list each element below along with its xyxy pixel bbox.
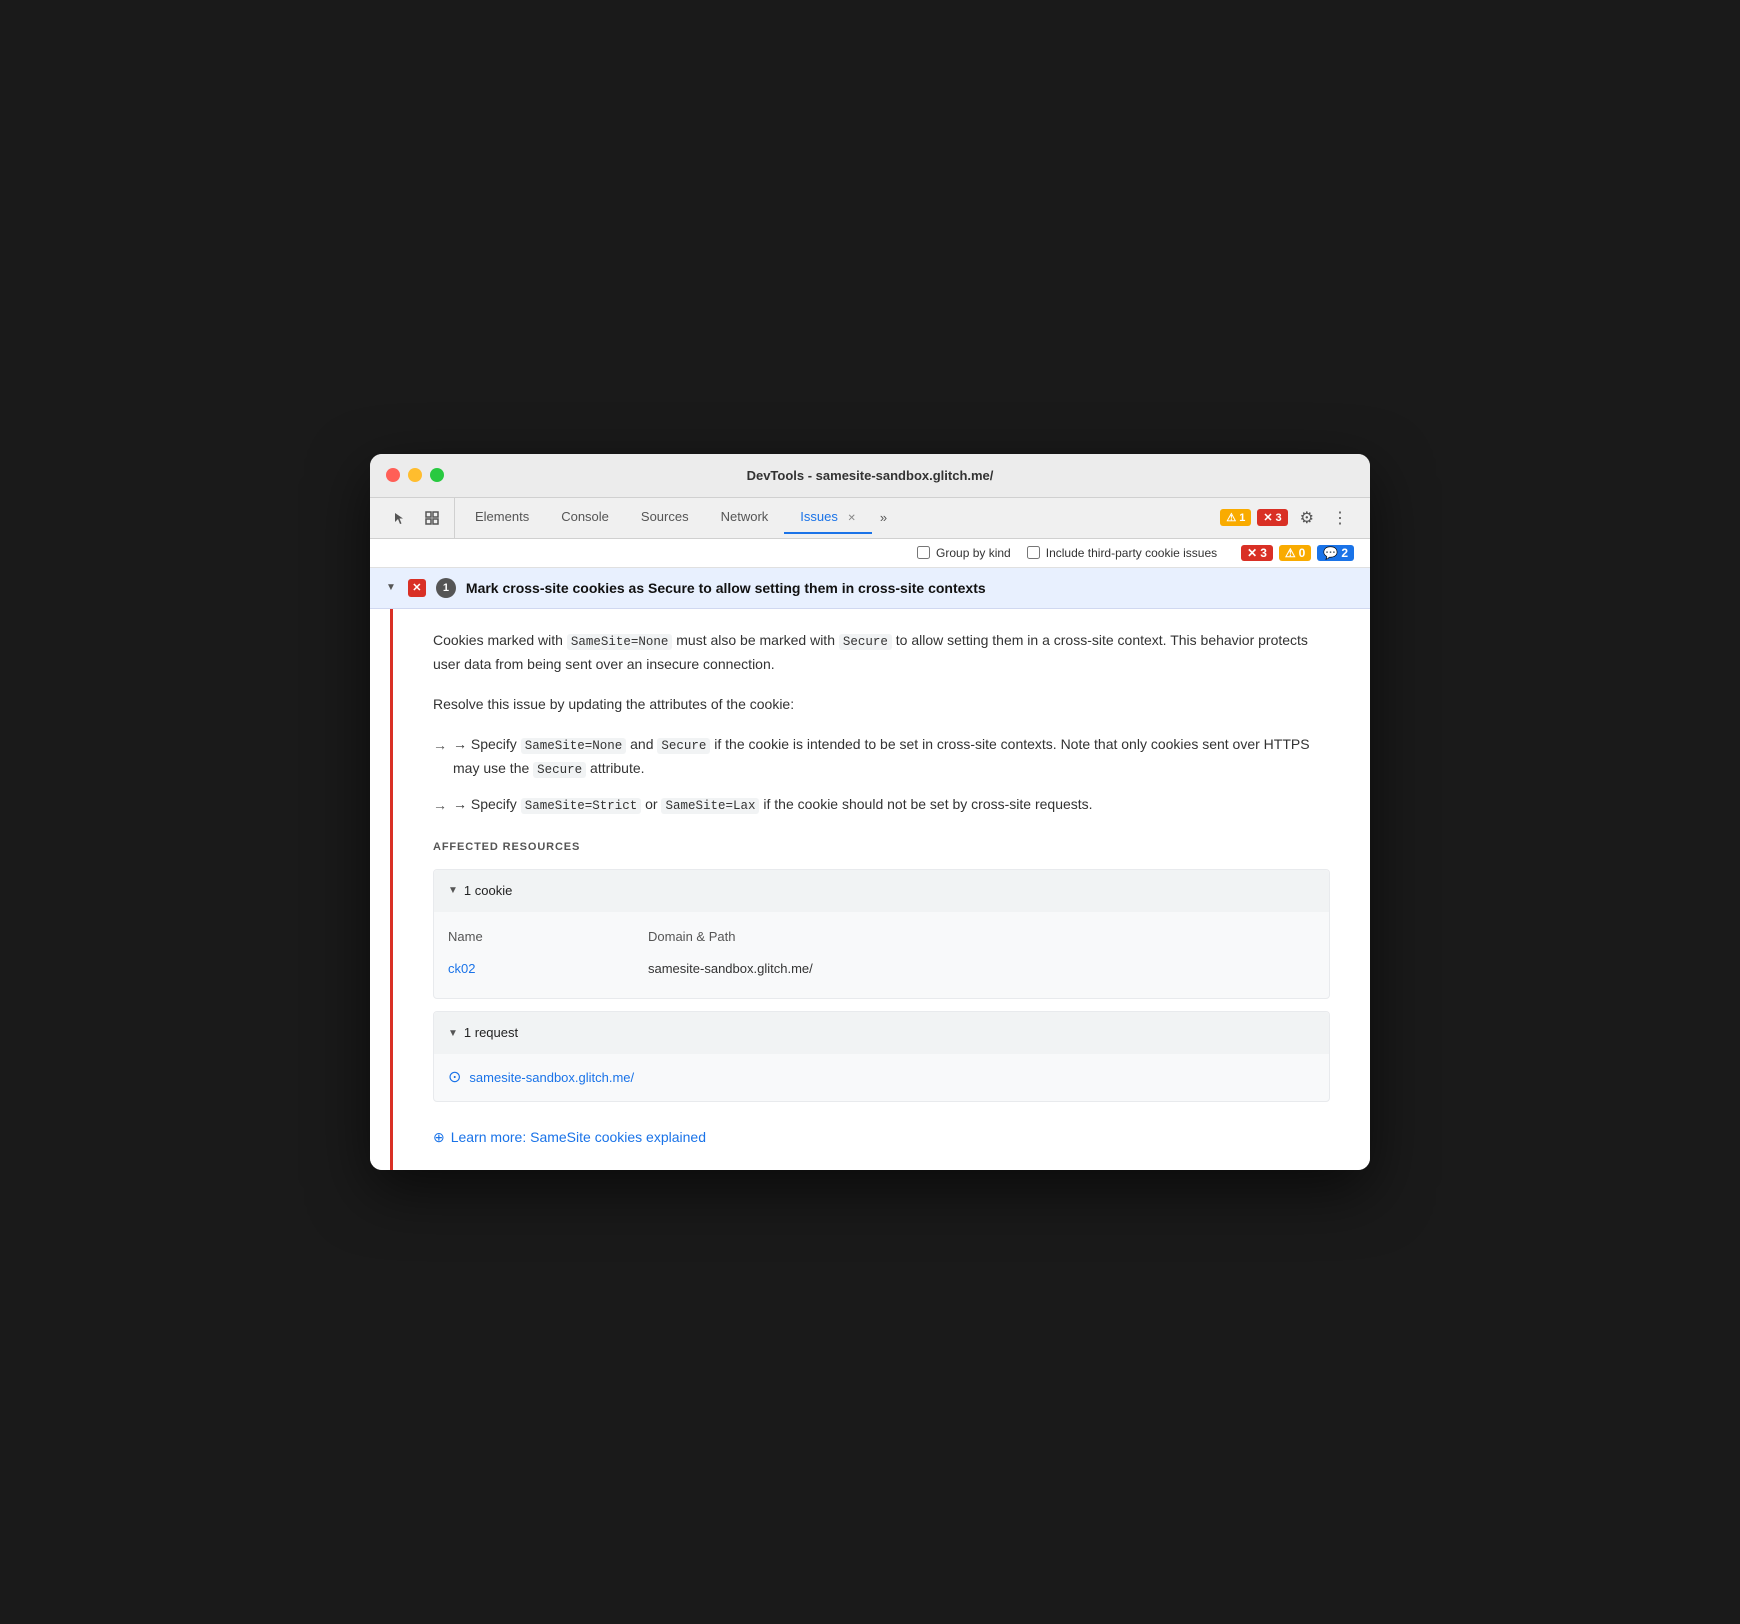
learn-more-icon: ⊕: [433, 1126, 445, 1150]
request-icon: ⊙: [448, 1064, 461, 1091]
code-samesite-none-2: SameSite=None: [521, 738, 627, 754]
tab-sources[interactable]: Sources: [625, 501, 705, 534]
code-samesite-lax: SameSite=Lax: [661, 798, 759, 814]
issue-expand-arrow: ▼: [386, 582, 396, 593]
toolbar: Elements Console Sources Network Issues …: [370, 498, 1370, 539]
bullet-2: → → Specify SameSite=Strict or SameSite=…: [433, 793, 1330, 818]
affected-resources-label: AFFECTED RESOURCES: [433, 838, 1330, 857]
cookie-table-row: ck02 samesite-sandbox.glitch.me/: [448, 954, 1315, 984]
cookie-count-label: 1 cookie: [464, 880, 512, 902]
devtools-window: DevTools - samesite-sandbox.glitch.me/ E…: [370, 454, 1370, 1170]
warning-count-icon: ⚠: [1285, 546, 1296, 560]
request-count-label: 1 request: [464, 1022, 518, 1044]
info-count-icon: 💬: [1323, 546, 1338, 560]
cookie-name-link[interactable]: ck02: [448, 958, 648, 980]
arrow-icon-2: →: [433, 794, 447, 818]
cookie-table: Name Domain & Path ck02 samesite-sandbox…: [434, 912, 1329, 998]
third-party-filter[interactable]: Include third-party cookie issues: [1027, 546, 1217, 560]
cookie-section: ▼ 1 cookie Name Domain & Path ck02 sames…: [433, 869, 1330, 999]
group-by-kind-filter[interactable]: Group by kind: [917, 546, 1011, 560]
tab-network[interactable]: Network: [705, 501, 785, 534]
more-options-icon[interactable]: ⋮: [1326, 504, 1354, 532]
cookie-expand-arrow: ▼: [448, 882, 458, 899]
third-party-checkbox[interactable]: [1027, 546, 1040, 559]
warning-count: 1: [1239, 512, 1245, 524]
window-title: DevTools - samesite-sandbox.glitch.me/: [747, 468, 994, 483]
error-count: 3: [1276, 512, 1282, 524]
info-count-value: 2: [1341, 546, 1348, 560]
close-button[interactable]: [386, 468, 400, 482]
cookie-table-header: Name Domain & Path: [448, 920, 1315, 954]
resolve-text: Resolve this issue by updating the attri…: [433, 693, 1330, 717]
request-expand-arrow: ▼: [448, 1025, 458, 1042]
group-by-kind-label: Group by kind: [936, 546, 1011, 560]
error-count-badge: ✕ 3: [1241, 545, 1273, 561]
warning-badge[interactable]: ⚠ 1: [1220, 509, 1251, 526]
code-secure-2: Secure: [657, 738, 710, 754]
warning-count-badge: ⚠ 0: [1279, 545, 1311, 561]
col-domain-path: Domain & Path: [648, 926, 1315, 948]
request-section-header[interactable]: ▼ 1 request: [434, 1012, 1329, 1054]
code-samesite-strict: SameSite=Strict: [521, 798, 642, 814]
request-item: ⊙ samesite-sandbox.glitch.me/: [434, 1054, 1329, 1101]
maximize-button[interactable]: [430, 468, 444, 482]
arrow-icon-1: →: [433, 734, 447, 782]
traffic-lights: [386, 468, 444, 482]
toolbar-right: ⚠ 1 ✕ 3 ⚙ ⋮: [1212, 500, 1362, 536]
warning-count-value: 0: [1299, 546, 1306, 560]
learn-more-link[interactable]: Learn more: SameSite cookies explained: [451, 1126, 706, 1150]
request-url-link[interactable]: samesite-sandbox.glitch.me/: [469, 1067, 634, 1089]
code-secure-1: Secure: [839, 634, 892, 650]
col-name: Name: [448, 926, 648, 948]
desc-text-1b: must also be marked with: [672, 632, 839, 648]
toolbar-icons: [378, 498, 455, 538]
error-count-value: 3: [1260, 546, 1267, 560]
tab-close-icon[interactable]: ✕: [848, 513, 856, 524]
title-bar: DevTools - samesite-sandbox.glitch.me/: [370, 454, 1370, 498]
bullet-1-text: → Specify SameSite=None and Secure if th…: [453, 733, 1330, 782]
tab-console[interactable]: Console: [545, 501, 625, 534]
error-badge[interactable]: ✕ 3: [1257, 509, 1287, 526]
info-count-badge: 💬 2: [1317, 545, 1354, 561]
inspect-icon[interactable]: [418, 504, 446, 532]
issue-title: Mark cross-site cookies as Secure to all…: [466, 580, 986, 596]
code-samesite-none-1: SameSite=None: [567, 634, 673, 650]
code-secure-3: Secure: [533, 762, 586, 778]
third-party-label: Include third-party cookie issues: [1046, 546, 1217, 560]
more-tabs-button[interactable]: »: [872, 506, 895, 529]
issue-error-icon: ✕: [408, 579, 426, 597]
warning-icon: ⚠: [1226, 511, 1236, 524]
learn-more: ⊕ Learn more: SameSite cookies explained: [433, 1118, 1330, 1150]
issue-count: 1: [436, 578, 456, 598]
error-count-icon: ✕: [1247, 546, 1257, 560]
filter-counts: ✕ 3 ⚠ 0 💬 2: [1241, 545, 1354, 561]
filter-bar: Group by kind Include third-party cookie…: [370, 539, 1370, 568]
issue-body: Cookies marked with SameSite=None must a…: [390, 609, 1370, 1170]
error-icon: ✕: [1263, 511, 1272, 524]
bullet-1: → → Specify SameSite=None and Secure if …: [433, 733, 1330, 782]
cookie-section-header[interactable]: ▼ 1 cookie: [434, 870, 1329, 912]
tab-issues[interactable]: Issues ✕: [784, 501, 872, 534]
minimize-button[interactable]: [408, 468, 422, 482]
issue-header[interactable]: ▼ ✕ 1 Mark cross-site cookies as Secure …: [370, 568, 1370, 609]
cursor-icon[interactable]: [386, 504, 414, 532]
tabs: Elements Console Sources Network Issues …: [459, 501, 1212, 534]
desc-text-1: Cookies marked with: [433, 632, 567, 648]
issue-description: Cookies marked with SameSite=None must a…: [433, 629, 1330, 677]
cookie-domain-value: samesite-sandbox.glitch.me/: [648, 958, 1315, 980]
affected-resources: AFFECTED RESOURCES ▼ 1 cookie Name Domai…: [433, 838, 1330, 1150]
bullet-2-text: → Specify SameSite=Strict or SameSite=La…: [453, 793, 1093, 818]
main-content: ▼ ✕ 1 Mark cross-site cookies as Secure …: [370, 568, 1370, 1170]
tab-elements[interactable]: Elements: [459, 501, 545, 534]
settings-icon[interactable]: ⚙: [1294, 504, 1320, 532]
request-section: ▼ 1 request ⊙ samesite-sandbox.glitch.me…: [433, 1011, 1330, 1102]
group-by-kind-checkbox[interactable]: [917, 546, 930, 559]
